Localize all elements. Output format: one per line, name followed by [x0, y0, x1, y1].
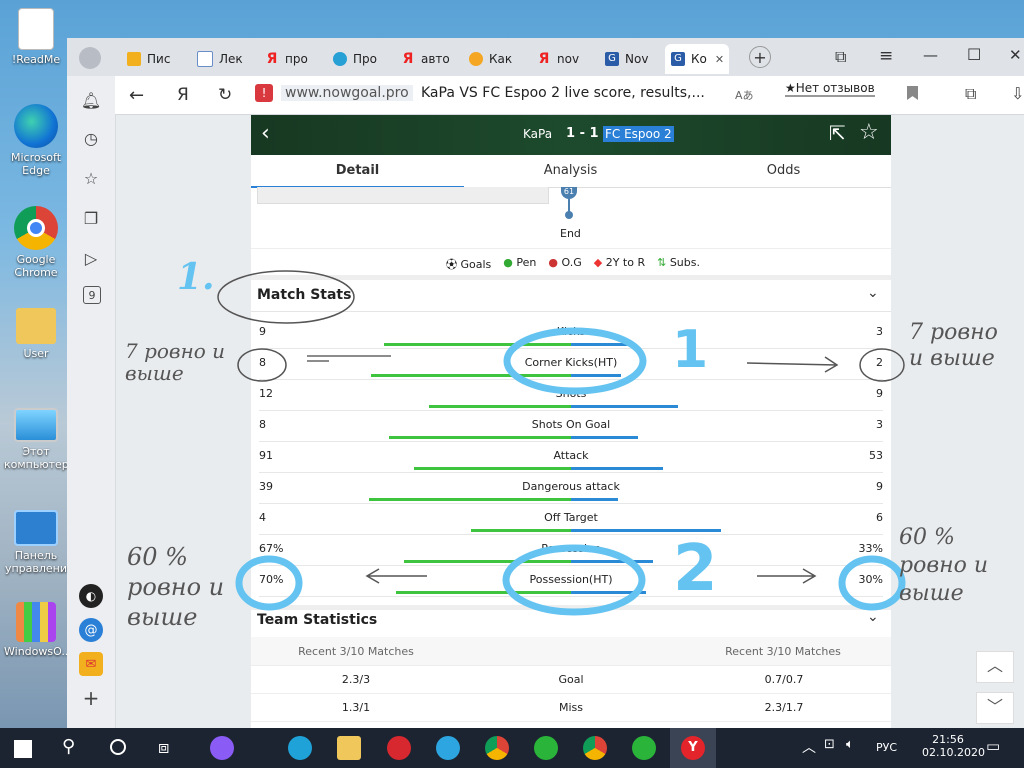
- desktop-icon-chrome[interactable]: Google Chrome: [4, 206, 68, 279]
- annotation-scribble: 1.: [177, 256, 215, 298]
- clock-date: 02.10.2020: [922, 746, 985, 759]
- annotation-number-1: 1: [672, 320, 709, 380]
- notifications-icon[interactable]: ▭: [986, 737, 1000, 755]
- windows-start-icon[interactable]: [14, 740, 32, 758]
- browser-window: Пис Лек Япро Про Яавто Как Яnov G Nov G Ко…: [67, 38, 1024, 728]
- edge-taskbar-icon[interactable]: [288, 736, 312, 760]
- cortana-icon[interactable]: [110, 739, 126, 755]
- file-explorer-icon[interactable]: [337, 736, 361, 760]
- desktop-icon-label: !ReadMe: [11, 53, 61, 66]
- desktop-icon-edge[interactable]: Microsoft Edge: [4, 104, 68, 177]
- desktop-icon-control-panel[interactable]: Панель управлени: [4, 510, 68, 575]
- green-app-icon[interactable]: [534, 736, 558, 760]
- desktop-icon-label: WindowsO...: [4, 645, 72, 658]
- desktop-icon-windowso[interactable]: WindowsO...: [4, 602, 72, 658]
- desktop-icon-label: Панель управлени: [4, 549, 68, 575]
- home-corner-circle: [237, 348, 287, 382]
- control-panel-icon: [14, 510, 58, 546]
- annotation-left-bottom: 60 % ровно и выше: [127, 543, 225, 631]
- away-possession-circle: [838, 555, 906, 611]
- task-view-icon[interactable]: ⧈: [158, 737, 169, 758]
- corner-kicks-circle: [503, 327, 647, 395]
- annotation-left-top: 7 ровно и выше: [125, 339, 226, 385]
- alice-icon[interactable]: [210, 736, 234, 760]
- tray-chevron-icon[interactable]: ︿: [802, 737, 816, 757]
- chrome-taskbar-icon-2[interactable]: [583, 736, 607, 760]
- home-possession-circle: [235, 555, 303, 611]
- desktop-icon-label: User: [23, 347, 49, 360]
- chrome-taskbar-icon[interactable]: [485, 736, 509, 760]
- chrome-icon: [14, 206, 58, 250]
- text-file-icon: [18, 8, 54, 50]
- annotation-right-top: 7 ровно и выше: [909, 320, 998, 371]
- desktop-icon-label: Google Chrome: [14, 253, 58, 279]
- network-icon[interactable]: ⊡: [824, 737, 835, 752]
- match-stats-circle: [217, 270, 355, 324]
- search-icon[interactable]: ⚲: [62, 736, 75, 757]
- desktop-icon-computer[interactable]: Этот компьютер: [4, 408, 69, 471]
- annotation-number-2: 2: [673, 532, 718, 606]
- annotation-right-bottom: 60 % ровно и выше: [899, 525, 989, 606]
- edge-icon: [14, 104, 58, 148]
- desktop-icon-readme[interactable]: !ReadMe: [4, 8, 68, 66]
- user-folder-icon: [16, 308, 56, 344]
- computer-icon: [14, 408, 58, 442]
- desktop-icon-label: Microsoft Edge: [10, 151, 62, 177]
- books-icon: [16, 602, 56, 642]
- possession-ht-circle: [502, 544, 646, 616]
- taskbar: ⚲ ⧈ Y ︿ ⊡ 🔈︎ РУС 21:56 02.10.2020 ▭: [0, 728, 1024, 768]
- volume-icon[interactable]: 🔈︎: [846, 737, 854, 752]
- desktop-icon-user[interactable]: User: [4, 308, 68, 360]
- desktop-icon-label: Этот компьютер: [4, 445, 69, 471]
- clock[interactable]: 21:56 02.10.2020: [922, 733, 985, 759]
- away-corner-circle: [859, 348, 905, 382]
- yandex-browser-icon[interactable]: Y: [681, 736, 705, 760]
- telegram-icon[interactable]: [436, 736, 460, 760]
- language-indicator[interactable]: РУС: [876, 741, 897, 754]
- clock-time: 21:56: [932, 733, 964, 746]
- opera-icon[interactable]: [387, 736, 411, 760]
- green-app-icon-2[interactable]: [632, 736, 656, 760]
